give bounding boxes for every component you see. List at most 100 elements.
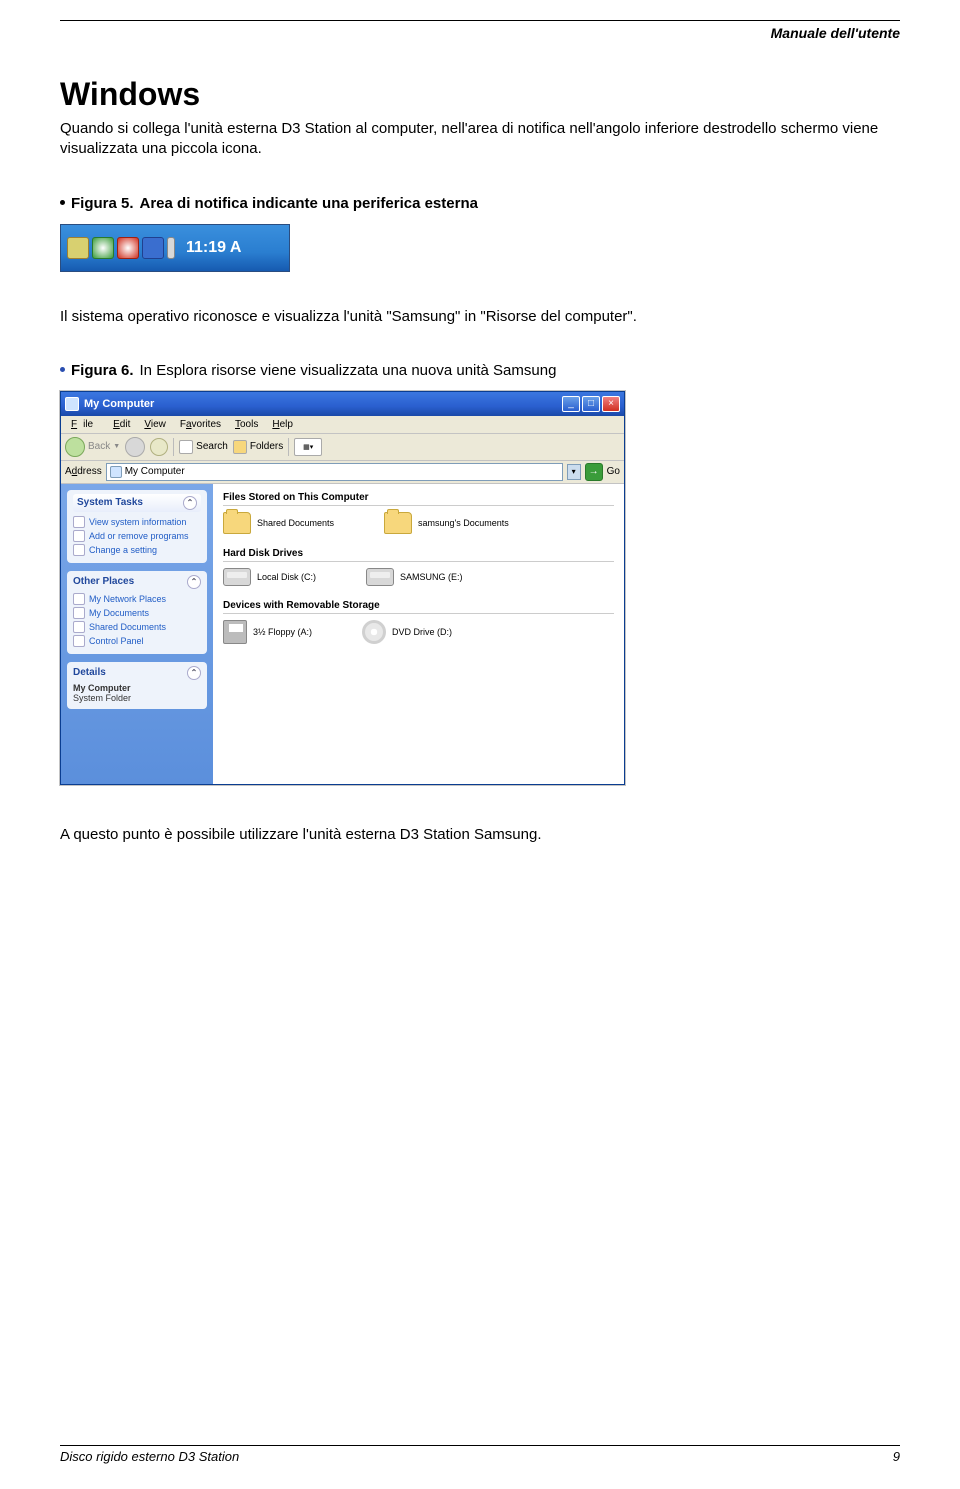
- figure6-label: Figura 6.: [71, 362, 134, 379]
- local-disk-c[interactable]: Local Disk (C:): [223, 568, 316, 586]
- sidebar-link[interactable]: View system information: [73, 515, 201, 529]
- folders-button[interactable]: Folders: [233, 440, 283, 454]
- systray-figure: 11:19 A: [60, 224, 290, 272]
- minimize-button[interactable]: _: [562, 396, 580, 412]
- forward-button[interactable]: [125, 437, 145, 457]
- sidebar-link[interactable]: My Documents: [73, 606, 201, 620]
- menu-help[interactable]: Help: [266, 418, 299, 431]
- address-value: My Computer: [125, 466, 185, 477]
- address-field[interactable]: My Computer: [106, 463, 563, 481]
- titlebar: My Computer _ □ ×: [61, 392, 624, 416]
- closing-paragraph: A questo punto è possibile utilizzare l'…: [60, 825, 900, 845]
- section-heading: Windows: [60, 76, 900, 113]
- panel-heading[interactable]: System Tasks ⌃: [73, 494, 201, 512]
- dvd-icon: [362, 620, 386, 644]
- mid-paragraph: Il sistema operativo riconosce e visuali…: [60, 307, 900, 327]
- sidebar-link[interactable]: Add or remove programs: [73, 529, 201, 543]
- separator: [173, 438, 174, 456]
- address-label: Address: [65, 466, 102, 477]
- sidebar: System Tasks ⌃ View system information A…: [61, 484, 213, 784]
- back-icon: [65, 437, 85, 457]
- header-manual-title: Manuale dell'utente: [60, 25, 900, 41]
- menu-view[interactable]: View: [138, 418, 172, 431]
- network-icon: [73, 593, 85, 605]
- panel-title: Details: [73, 667, 106, 678]
- drive-label: Shared Documents: [257, 518, 334, 528]
- views-button[interactable]: ▦▾: [294, 438, 322, 456]
- collapse-icon[interactable]: ⌃: [187, 575, 201, 589]
- drive-label: samsung's Documents: [418, 518, 509, 528]
- menu-tools[interactable]: Tools: [229, 418, 264, 431]
- info-icon: [73, 516, 85, 528]
- collapse-icon[interactable]: ⌃: [183, 496, 197, 510]
- drive-label: SAMSUNG (E:): [400, 572, 463, 582]
- control-panel-icon: [73, 635, 85, 647]
- tray-icon: [92, 237, 114, 259]
- addressbar: Address My Computer ▾ → Go: [61, 461, 624, 484]
- harddisk-icon: [366, 568, 394, 586]
- folders-label: Folders: [250, 441, 283, 452]
- systray-clock: 11:19 A: [186, 239, 241, 257]
- figure5-caption-line: Figura 5. Area di notifica indicante una…: [60, 195, 900, 212]
- close-button[interactable]: ×: [602, 396, 620, 412]
- header-rule: [60, 20, 900, 21]
- back-label: Back: [88, 441, 110, 452]
- other-places-panel: Other Places ⌃ My Network Places My Docu…: [67, 571, 207, 654]
- harddisk-icon: [223, 568, 251, 586]
- my-computer-icon: [65, 397, 79, 411]
- bullet-icon: [60, 367, 65, 372]
- figure6-caption-line: Figura 6. In Esplora risorse viene visua…: [60, 362, 900, 379]
- shared-docs-icon: [73, 621, 85, 633]
- sidebar-link[interactable]: Change a setting: [73, 543, 201, 557]
- go-button[interactable]: →: [585, 463, 603, 481]
- my-computer-icon: [110, 466, 122, 478]
- shared-documents[interactable]: Shared Documents: [223, 512, 334, 534]
- sidebar-link[interactable]: My Network Places: [73, 592, 201, 606]
- safely-remove-icon: [67, 237, 89, 259]
- main-pane: Files Stored on This Computer Shared Doc…: [213, 484, 624, 784]
- panel-heading[interactable]: Other Places ⌃: [73, 575, 201, 589]
- user-documents[interactable]: samsung's Documents: [384, 512, 509, 534]
- panel-heading[interactable]: Details ⌃: [73, 666, 201, 680]
- floppy-icon: [223, 620, 247, 644]
- dvd-drive-d[interactable]: DVD Drive (D:): [362, 620, 452, 644]
- shield-icon: [117, 237, 139, 259]
- details-line2: System Folder: [73, 693, 201, 703]
- maximize-button[interactable]: □: [582, 396, 600, 412]
- search-icon: [179, 440, 193, 454]
- section-files-stored: Files Stored on This Computer: [223, 490, 614, 506]
- samsung-disk-e[interactable]: SAMSUNG (E:): [366, 568, 463, 586]
- folder-icon: [223, 512, 251, 534]
- page-footer: Disco rigido esterno D3 Station 9: [60, 1445, 900, 1464]
- sidebar-link[interactable]: Shared Documents: [73, 620, 201, 634]
- drive-label: DVD Drive (D:): [392, 627, 452, 637]
- panel-title: System Tasks: [77, 497, 143, 508]
- up-button[interactable]: [150, 438, 168, 456]
- separator: [288, 438, 289, 456]
- menu-file[interactable]: File: [65, 418, 105, 431]
- system-tasks-panel: System Tasks ⌃ View system information A…: [67, 490, 207, 563]
- figure5-label: Figura 5.: [71, 195, 134, 212]
- drive-label: 3½ Floppy (A:): [253, 627, 312, 637]
- address-dropdown[interactable]: ▾: [567, 464, 581, 480]
- floppy-drive-a[interactable]: 3½ Floppy (A:): [223, 620, 312, 644]
- settings-icon: [73, 544, 85, 556]
- menubar: File Edit View Favorites Tools Help: [61, 416, 624, 434]
- folders-icon: [233, 440, 247, 454]
- figure6-caption: In Esplora risorse viene visualizzata un…: [140, 362, 557, 379]
- folder-icon: [384, 512, 412, 534]
- back-button[interactable]: Back ▼: [65, 437, 120, 457]
- details-panel: Details ⌃ My Computer System Folder: [67, 662, 207, 709]
- collapse-icon[interactable]: ⌃: [187, 666, 201, 680]
- search-label: Search: [196, 441, 228, 452]
- tray-icon: [167, 237, 175, 259]
- intro-paragraph: Quando si collega l'unità esterna D3 Sta…: [60, 119, 900, 160]
- page-number: 9: [893, 1449, 900, 1464]
- go-label: Go: [607, 466, 620, 477]
- content-area: System Tasks ⌃ View system information A…: [61, 484, 624, 784]
- window-title: My Computer: [84, 398, 562, 410]
- menu-edit[interactable]: Edit: [107, 418, 136, 431]
- sidebar-link[interactable]: Control Panel: [73, 634, 201, 648]
- menu-favorites[interactable]: Favorites: [174, 418, 227, 431]
- search-button[interactable]: Search: [179, 440, 228, 454]
